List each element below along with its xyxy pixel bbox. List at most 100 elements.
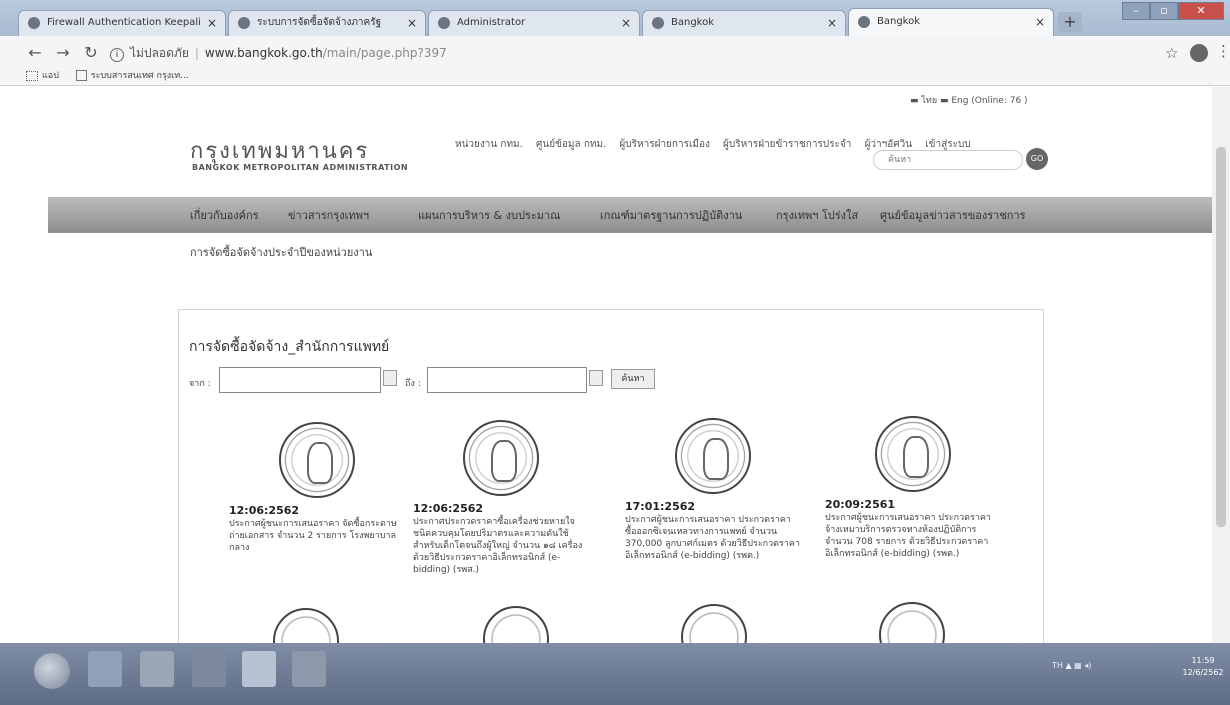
procurement-panel: การจัดซื้อจัดจ้าง_สำนักการแพทย์ จาก : ถึ… xyxy=(178,309,1044,643)
ie-icon[interactable] xyxy=(88,651,122,687)
network-icon[interactable]: ▦ xyxy=(1074,661,1082,670)
language-switch[interactable]: ▬ ไทย ▬ Eng (Online: 76 ) xyxy=(910,93,1028,107)
bma-seal-icon[interactable] xyxy=(279,422,355,498)
browser-toolbar: ← → ↻ i ไม่ปลอดภัย | www.bangkok.go.th/main… xyxy=(0,36,1230,86)
item-description[interactable]: ประกาศประกวดราคาซื้อเครื่องช่วยหายใจชนิด… xyxy=(413,516,588,576)
bma-seal-icon[interactable] xyxy=(463,420,539,496)
tab-bangkok-1[interactable]: Bangkok × xyxy=(642,10,846,36)
bma-seal-icon[interactable] xyxy=(273,608,339,643)
chrome-icon[interactable] xyxy=(242,651,276,687)
bma-seal-icon[interactable] xyxy=(483,606,549,643)
go-button[interactable]: GO xyxy=(1026,148,1048,170)
tray-arrow-icon[interactable]: ▲ xyxy=(1065,661,1074,670)
divider: | xyxy=(194,46,199,60)
list-item[interactable]: 12:06:2562 ประกาศผู้ชนะการเสนอราคา จัดซื… xyxy=(229,422,404,554)
tab-administrator[interactable]: Administrator × xyxy=(428,10,640,36)
close-icon[interactable]: × xyxy=(407,11,417,35)
site-logo-subtitle: BANGKOK METROPOLITAN ADMINISTRATION xyxy=(192,163,409,172)
maximize-button[interactable]: ▫ xyxy=(1150,2,1178,20)
toplink-login[interactable]: เข้าสู่ระบบ xyxy=(925,139,970,150)
list-item[interactable]: 12:06:2562 ประกาศประกวดราคาซื้อเครื่องช่… xyxy=(413,420,588,576)
tab-bangkok-2[interactable]: Bangkok × xyxy=(848,8,1054,36)
close-icon[interactable]: × xyxy=(621,11,631,35)
tab-title: Administrator xyxy=(457,17,526,28)
item-description[interactable]: ประกาศผู้ชนะการเสนอราคา จัดซื้อกระดาษถ่า… xyxy=(229,518,404,554)
bookmark-item[interactable]: ระบบสารสนเทศ กรุงเท... xyxy=(75,70,189,81)
toplink-governor[interactable]: ผู้ว่าฯอัศวิน xyxy=(865,139,913,150)
tab-title: Firewall Authentication Keepali xyxy=(47,17,201,28)
close-window-button[interactable]: ✕ xyxy=(1178,2,1224,20)
to-date-input[interactable] xyxy=(427,367,587,393)
url-host: www.bangkok.go.th xyxy=(204,46,323,60)
clock[interactable]: 11:59 12/6/2562 xyxy=(1180,655,1226,679)
item-date: 12:06:2562 xyxy=(229,504,300,517)
bma-seal-icon[interactable] xyxy=(681,604,747,643)
language-indicator[interactable]: TH xyxy=(1052,661,1063,670)
bma-seal-icon[interactable] xyxy=(875,416,951,492)
start-button[interactable] xyxy=(34,653,70,689)
close-icon[interactable]: × xyxy=(1035,9,1045,35)
word-icon[interactable] xyxy=(292,651,326,687)
tab-title: Bangkok xyxy=(671,17,715,28)
star-icon[interactable]: ☆ xyxy=(1165,44,1178,62)
reload-icon[interactable]: ↻ xyxy=(82,43,100,62)
nav-news[interactable]: ข่าวสารกรุงเทพฯ xyxy=(288,206,369,224)
scroll-thumb[interactable] xyxy=(1216,147,1226,527)
web-page: ▬ ไทย ▬ Eng (Online: 76 ) กรุงเทพมหานคร … xyxy=(0,87,1212,643)
calendar-icon[interactable] xyxy=(383,370,397,386)
site-search-input[interactable]: ค้นหา xyxy=(873,150,1023,170)
security-label: ไม่ปลอดภัย xyxy=(130,46,189,60)
main-nav: เกี่ยวกับองค์กร ข่าวสารกรุงเทพฯ แผนการบร… xyxy=(48,197,1212,233)
page-scrollbar[interactable] xyxy=(1212,87,1230,643)
bookmark-apps[interactable]: แอป xyxy=(26,70,59,81)
bookmarks-bar: แอป ระบบสารสนเทศ กรุงเท... xyxy=(26,68,203,82)
calendar-icon[interactable] xyxy=(589,370,603,386)
item-date: 12:06:2562 xyxy=(413,502,484,515)
volume-icon[interactable]: ◂) xyxy=(1084,661,1091,670)
media-player-icon[interactable] xyxy=(192,651,226,687)
close-icon[interactable]: × xyxy=(827,11,837,35)
minimize-button[interactable]: – xyxy=(1122,2,1150,20)
item-description[interactable]: ประกาศผู้ชนะการเสนอราคา ประกวดราคาจ้างเห… xyxy=(825,512,1000,560)
nav-about[interactable]: เกี่ยวกับองค์กร xyxy=(190,206,259,224)
globe-icon xyxy=(858,16,870,28)
bma-seal-icon[interactable] xyxy=(879,602,945,643)
forward-arrow-icon[interactable]: → xyxy=(54,43,72,62)
item-description[interactable]: ประกาศผู้ชนะการเสนอราคา ประกวดราคาซื้อออ… xyxy=(625,514,800,562)
toplink-civil-executives[interactable]: ผู้บริหารฝ่ายข้าราชการประจำ xyxy=(723,139,851,150)
close-icon[interactable]: × xyxy=(207,11,217,35)
folder-icon[interactable] xyxy=(140,651,174,687)
menu-icon[interactable]: ⋮ xyxy=(1216,42,1230,60)
toplink-data-center[interactable]: ศูนย์ข้อมูล กทม. xyxy=(536,139,606,150)
tab-strip: Firewall Authentication Keepali × ระบบกา… xyxy=(0,0,1230,36)
new-tab-button[interactable]: + xyxy=(1058,12,1082,32)
address-bar[interactable]: i ไม่ปลอดภัย | www.bangkok.go.th/main/page.… xyxy=(110,41,1090,65)
from-label: จาก : xyxy=(189,379,211,389)
nav-plans-budget[interactable]: แผนการบริหาร & งบประมาณ xyxy=(418,206,560,224)
back-arrow-icon[interactable]: ← xyxy=(26,43,44,62)
info-icon[interactable]: i xyxy=(110,48,124,62)
profile-icon[interactable] xyxy=(1190,44,1208,62)
list-item[interactable]: 20:09:2561 ประกาศผู้ชนะการเสนอราคา ประกว… xyxy=(825,416,1000,560)
bma-seal-icon[interactable] xyxy=(675,418,751,494)
bookmark-label: แอป xyxy=(42,71,59,81)
page-icon xyxy=(238,17,250,29)
tab-title: Bangkok xyxy=(877,16,921,27)
tab-firewall[interactable]: Firewall Authentication Keepali × xyxy=(18,10,226,36)
search-button[interactable]: ค้นหา xyxy=(611,369,655,389)
nav-transparency[interactable]: กรุงเทพฯ โปร่งใส xyxy=(776,206,858,224)
nav-standards[interactable]: เกณฑ์มาตรฐานการปฏิบัติงาน xyxy=(600,206,742,224)
toplink-agencies[interactable]: หน่วยงาน กทม. xyxy=(455,139,523,150)
panel-title: การจัดซื้อจัดจ้าง_สำนักการแพทย์ xyxy=(189,339,390,355)
from-date-input[interactable] xyxy=(219,367,381,393)
list-item[interactable]: 17:01:2562 ประกาศผู้ชนะการเสนอราคา ประกว… xyxy=(625,418,800,562)
globe-icon xyxy=(652,17,664,29)
nav-info-center[interactable]: ศูนย์ข้อมูลข่าวสารของราชการ xyxy=(880,206,1026,224)
tab-procurement[interactable]: ระบบการจัดซื้อจัดจ้างภาครัฐ × xyxy=(228,10,426,36)
toplink-political-executives[interactable]: ผู้บริหารฝ่ายการเมือง xyxy=(619,139,709,150)
window-controls: – ▫ ✕ xyxy=(1122,2,1226,22)
globe-icon xyxy=(28,17,40,29)
breadcrumb[interactable]: การจัดซื้อจัดจ้างประจำปีของหน่วยงาน xyxy=(190,243,372,261)
bookmark-label: ระบบสารสนเทศ กรุงเท... xyxy=(90,71,189,81)
item-date: 20:09:2561 xyxy=(825,498,896,511)
